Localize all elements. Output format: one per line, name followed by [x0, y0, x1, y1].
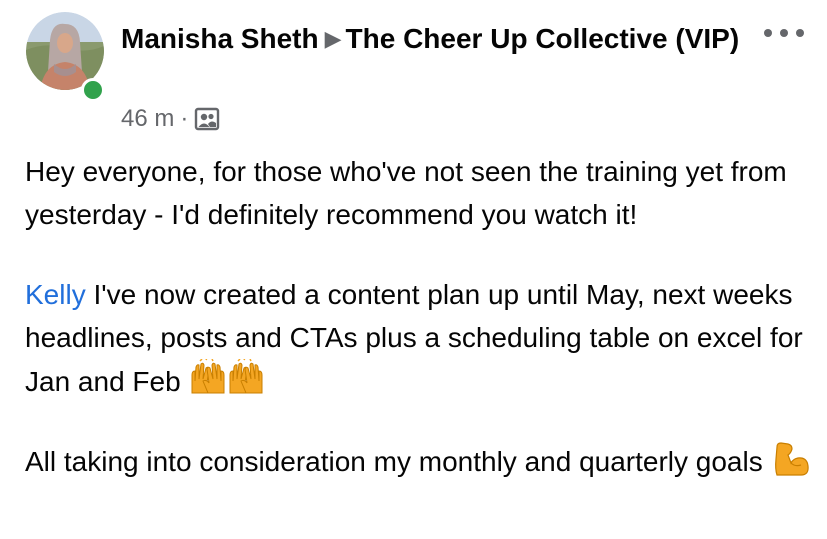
post-card: Manisha Sheth ▶ The Cheer Up Collective (V…: [0, 0, 827, 539]
post-paragraph-1: Hey everyone, for those who've not seen …: [25, 156, 787, 230]
post-paragraph-3-text: All taking into consideration my monthly…: [25, 446, 771, 477]
post-body: Hey everyone, for those who've not seen …: [25, 150, 815, 483]
more-dot-icon: [796, 29, 804, 37]
post-paragraph-2-text: I've now created a content plan up until…: [25, 279, 803, 397]
avatar-container[interactable]: [26, 12, 105, 102]
more-dot-icon: [780, 29, 788, 37]
post-meta: 46 m ·: [121, 104, 220, 134]
author-name-link[interactable]: Manisha Sheth: [121, 23, 319, 54]
post-paragraph-3: All taking into consideration my monthly…: [25, 440, 815, 483]
group-name-link[interactable]: The Cheer Up Collective (VIP): [346, 23, 740, 54]
more-options-button[interactable]: [760, 18, 808, 48]
meta-separator: ·: [180, 105, 189, 132]
post-header: Manisha Sheth ▶ The Cheer Up Collective (V…: [121, 20, 741, 58]
group-members-icon: [195, 107, 220, 131]
mention-link[interactable]: Kelly: [25, 279, 86, 310]
arrow-right-icon: ▶: [324, 26, 342, 51]
online-status-indicator: [81, 78, 105, 102]
flexed-biceps-emoji: [774, 442, 809, 476]
more-dot-icon: [764, 29, 772, 37]
post-paragraph-2: Kelly I've now created a content plan up…: [25, 273, 815, 403]
post-timestamp[interactable]: 46 m: [121, 104, 174, 134]
raising-hands-emoji: [191, 359, 263, 394]
